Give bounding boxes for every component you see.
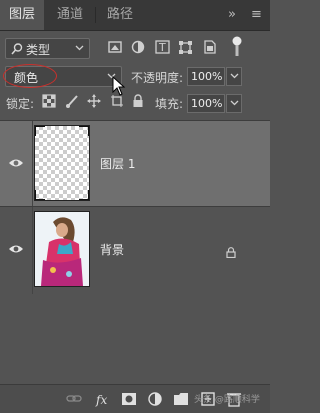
visibility-toggle[interactable]: [0, 207, 33, 294]
opacity-label: 不透明度:: [131, 71, 184, 85]
add-mask-icon[interactable]: [121, 391, 137, 407]
layer-row-layer-1[interactable]: 图层 1: [0, 120, 270, 206]
fill-label: 填充:: [155, 97, 184, 111]
filter-type-select[interactable]: 类型: [5, 38, 90, 59]
layer-name[interactable]: 图层 1: [100, 155, 135, 172]
layer-row-background[interactable]: 背景: [0, 206, 270, 294]
opacity-dropdown[interactable]: [226, 67, 242, 86]
blend-mode-select[interactable]: 颜色: [5, 66, 122, 87]
lock-transparent-pixels-icon[interactable]: [42, 94, 56, 108]
svg-text:fx: fx: [95, 393, 107, 407]
chevron-down-icon: [230, 73, 239, 79]
layer-thumbnail: [34, 125, 90, 201]
text-filter-icon[interactable]: T: [154, 38, 172, 56]
chevron-down-icon: [75, 45, 84, 51]
watermark-text: 头条 @路顺科学: [194, 395, 260, 405]
shape-filter-icon[interactable]: [177, 38, 195, 56]
image-filter-icon[interactable]: [107, 38, 125, 56]
eye-icon: [9, 159, 23, 167]
lock-all-icon[interactable]: [131, 94, 145, 108]
new-adjustment-layer-icon[interactable]: [147, 391, 163, 407]
chevron-down-icon: [230, 100, 239, 106]
lock-icon: [226, 247, 236, 258]
svg-text:T: T: [158, 41, 166, 54]
layer-style-fx-icon[interactable]: fx: [95, 391, 113, 407]
panel-tab-bar: 图层 通道 路径 » ≡: [0, 0, 270, 31]
tab-divider: [95, 7, 96, 23]
new-group-icon[interactable]: [173, 391, 189, 407]
collapse-panel-button[interactable]: »: [228, 0, 236, 30]
adjustment-filter-icon[interactable]: [130, 38, 148, 56]
search-icon: [11, 43, 23, 55]
tab-paths[interactable]: 路径: [100, 0, 140, 30]
eye-icon: [9, 245, 23, 253]
blend-mode-value: 颜色: [14, 71, 39, 85]
tab-layers[interactable]: 图层: [0, 0, 44, 30]
selection-corners-icon: [35, 126, 89, 200]
opacity-input[interactable]: 100%: [187, 67, 225, 86]
layer-name[interactable]: 背景: [100, 241, 124, 258]
layer-thumbnail: [34, 211, 90, 287]
lock-image-pixels-icon[interactable]: [65, 94, 79, 108]
photo-thumbnail-image: [35, 212, 89, 286]
lock-artboard-icon[interactable]: [110, 94, 124, 108]
lock-label: 锁定:: [6, 97, 35, 111]
smart-object-filter-icon[interactable]: [201, 38, 219, 56]
link-layers-icon[interactable]: [66, 391, 82, 407]
filter-type-label: 类型: [26, 43, 51, 57]
visibility-toggle[interactable]: [0, 121, 33, 206]
lock-position-icon[interactable]: [87, 94, 101, 108]
fill-dropdown[interactable]: [226, 94, 242, 113]
panel-menu-button[interactable]: ≡: [251, 0, 262, 30]
filter-toggle-icon[interactable]: [229, 35, 245, 59]
tab-channels[interactable]: 通道: [50, 0, 90, 30]
fill-input[interactable]: 100%: [187, 94, 225, 113]
